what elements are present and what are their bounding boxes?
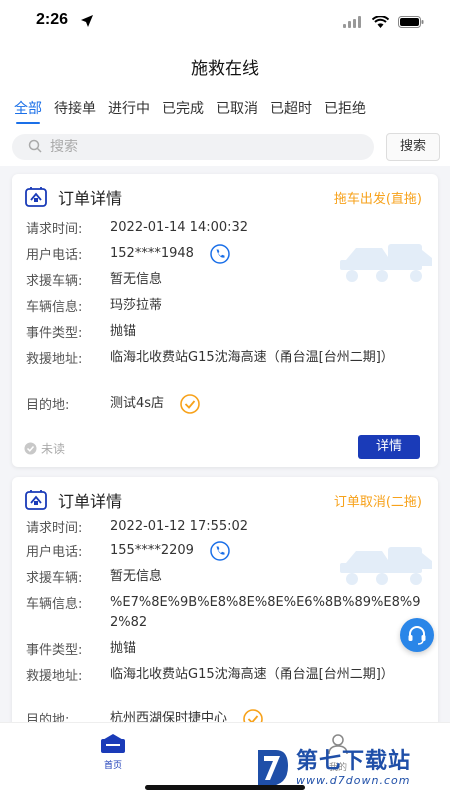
search-icon: [28, 138, 42, 157]
search-input[interactable]: [50, 139, 350, 155]
page-title: 施救在线: [191, 59, 259, 79]
confirmed-check-icon: [180, 394, 200, 414]
event-type-label: 事件类型:: [26, 643, 83, 658]
bottom-nav-home[interactable]: 首页: [83, 733, 143, 771]
destination-value: 测试4s店: [110, 396, 165, 411]
tow-truck-watermark-icon: [340, 547, 432, 585]
phone-label: 用户电话:: [26, 248, 83, 263]
tab-in-progress[interactable]: 进行中: [108, 90, 150, 128]
vehicle-label: 求援车辆:: [26, 274, 83, 289]
tab-all[interactable]: 全部: [14, 90, 42, 128]
destination-label: 目的地:: [26, 398, 70, 413]
watermark-text: 第七下载站 www.d7down.com: [296, 748, 412, 787]
status-bar: 2:26: [0, 0, 450, 44]
phone-call-icon[interactable]: [210, 541, 230, 561]
location-arrow-icon: [80, 13, 94, 32]
order-status: 拖车出发(直拖): [333, 192, 422, 207]
destination-row: 目的地: 测试4s店: [26, 394, 200, 414]
event-type-value: 抛锚: [110, 641, 137, 656]
wifi-icon: [371, 13, 390, 32]
unread-label: 未读: [41, 442, 66, 456]
tab-timeout[interactable]: 已超时: [270, 90, 312, 128]
event-type-value: 抛锚: [110, 324, 137, 339]
address-row: 救援地址: 临海北收费站G15沈海高速（甬台温[台州二期]）: [26, 348, 422, 368]
request-time-row: 请求时间: 2022-01-14 14:00:32: [26, 218, 248, 238]
home-indicator[interactable]: [145, 785, 305, 790]
tab-cancelled[interactable]: 已取消: [216, 90, 258, 128]
unread-indicator: 未读: [24, 440, 65, 457]
phone-value: 152****1948: [110, 246, 194, 261]
order-status: 订单取消(二拖): [333, 495, 422, 510]
vehicle-info-value: %E7%8E%9B%E8%8E%8E%E6%8B%89%E8%92%82: [110, 595, 421, 630]
signal-icon: [343, 13, 363, 32]
vehicle-row: 求援车辆: 暂无信息: [26, 567, 162, 587]
confirmed-check-icon: [243, 709, 263, 722]
vehicle-info-label: 车辆信息:: [26, 300, 83, 315]
request-time-value: 2022-01-12 17:55:02: [110, 519, 249, 534]
vehicle-label: 求援车辆:: [26, 571, 83, 586]
unread-check-icon: [24, 442, 37, 455]
phone-call-icon[interactable]: [210, 244, 230, 264]
tab-completed[interactable]: 已完成: [162, 90, 204, 128]
phone-row: 用户电话: 155****2209: [26, 541, 230, 561]
search-button[interactable]: 搜索: [386, 133, 440, 161]
tab-rejected[interactable]: 已拒绝: [324, 90, 366, 128]
customer-service-button[interactable]: [400, 618, 434, 652]
address-value: 临海北收费站G15沈海高速（甬台温[台州二期]）: [110, 667, 394, 682]
d7down-logo-icon: [258, 750, 288, 786]
vehicle-info-row: 车辆信息: 玛莎拉蒂: [26, 296, 162, 316]
request-time-label: 请求时间:: [26, 521, 83, 536]
vehicle-value: 暂无信息: [110, 569, 163, 584]
vehicle-info-label: 车辆信息:: [26, 597, 83, 612]
home-icon: [101, 734, 125, 753]
order-card: 订单详情 拖车出发(直拖) 请求时间: 2022-01-14 14:00:32 …: [12, 174, 438, 467]
detail-button[interactable]: 详情: [358, 435, 420, 459]
card-header: 订单详情: [24, 487, 122, 513]
address-row: 救援地址: 临海北收费站G15沈海高速（甬台温[台州二期]）: [26, 665, 422, 685]
event-type-row: 事件类型: 抛锚: [26, 639, 136, 659]
vehicle-value: 暂无信息: [110, 272, 163, 287]
nav-bar: 施救在线: [0, 44, 450, 90]
site-watermark: 第七下载站 www.d7down.com: [254, 748, 411, 788]
card-title: 订单详情: [58, 492, 123, 511]
card-header: 订单详情: [24, 184, 122, 210]
card-title: 订单详情: [58, 189, 123, 208]
tab-pending[interactable]: 待接单: [54, 90, 96, 128]
search-row: 搜索: [0, 128, 450, 166]
watermark-cn: 第七下载站: [296, 748, 412, 774]
destination-row: 目的地: 杭州西湖保时捷中心: [26, 709, 263, 722]
request-time-value: 2022-01-14 14:00:32: [110, 220, 249, 235]
request-time-row: 请求时间: 2022-01-12 17:55:02: [26, 517, 248, 537]
tow-truck-watermark-icon: [340, 244, 432, 282]
order-card: 订单详情 订单取消(二拖) 请求时间: 2022-01-12 17:55:02 …: [12, 477, 438, 722]
address-label: 救援地址:: [26, 352, 83, 367]
order-icon: [25, 187, 47, 207]
status-indicators: [343, 13, 424, 32]
search-box: [12, 134, 374, 160]
order-list: 订单详情 拖车出发(直拖) 请求时间: 2022-01-14 14:00:32 …: [0, 166, 450, 722]
phone-label: 用户电话:: [26, 545, 83, 560]
request-time-label: 请求时间:: [26, 222, 83, 237]
battery-icon: [398, 13, 424, 32]
headset-icon: [408, 626, 426, 645]
vehicle-info-value: 玛莎拉蒂: [110, 298, 163, 313]
order-icon: [25, 490, 47, 510]
status-time: 2:26: [36, 11, 69, 28]
destination-value: 杭州西湖保时捷中心: [110, 711, 228, 722]
event-type-row: 事件类型: 抛锚: [26, 322, 136, 342]
watermark-en: www.d7down.com: [296, 773, 411, 787]
address-value: 临海北收费站G15沈海高速（甬台温[台州二期]）: [110, 350, 394, 365]
bottom-nav-home-label: 首页: [103, 761, 122, 771]
event-type-label: 事件类型:: [26, 326, 83, 341]
phone-row: 用户电话: 152****1948: [26, 244, 230, 264]
phone-value: 155****2209: [110, 543, 194, 558]
destination-label: 目的地:: [26, 713, 70, 722]
address-label: 救援地址:: [26, 669, 83, 684]
order-status-tabs: 全部 待接单 进行中 已完成 已取消 已超时 已拒绝: [0, 90, 450, 128]
vehicle-info-row: 车辆信息: %E7%8E%9B%E8%8E%8E%E6%8B%89%E8%92%…: [26, 593, 422, 633]
vehicle-row: 求援车辆: 暂无信息: [26, 270, 162, 290]
